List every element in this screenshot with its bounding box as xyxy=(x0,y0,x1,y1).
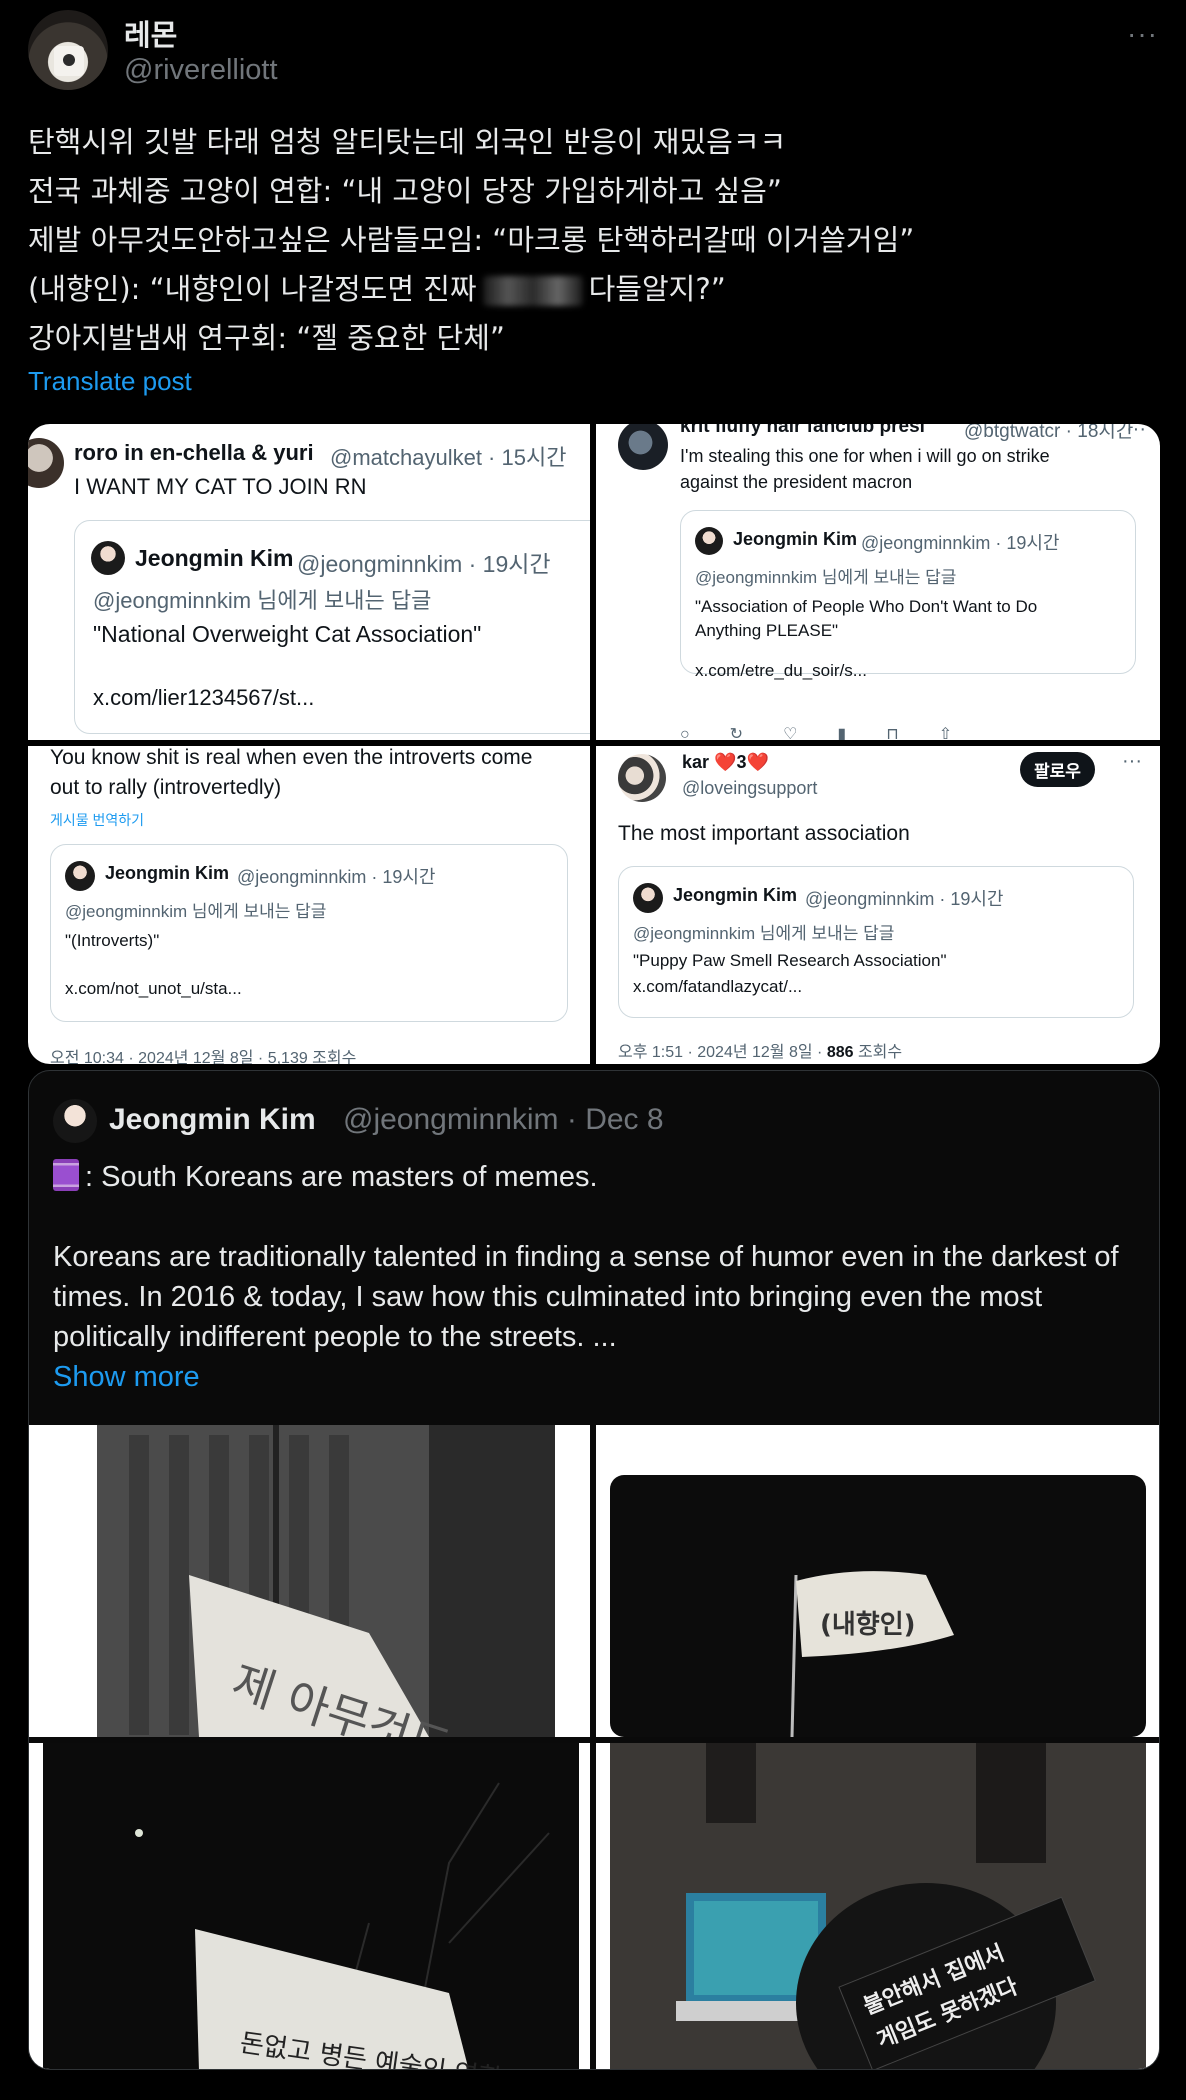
show-more-link[interactable]: Show more xyxy=(53,1357,1133,1397)
action-bar[interactable]: ○↻♡▮⊓⇧ xyxy=(680,724,992,740)
blurred-text xyxy=(482,276,583,306)
quote-text: "Puppy Paw Smell Research Association" xyxy=(633,951,947,970)
post-line: 강아지발냄새 연구회: “젤 중요한 단체” xyxy=(28,321,505,355)
media-grid[interactable]: roro in en-chella & yuri @matchayulket ·… xyxy=(28,424,1160,1064)
timestamp-date: 오후 1:51 · 2024년 12월 8일 · xyxy=(618,1044,827,1061)
photo-sign-4[interactable]: 불안해서 집에서 게임도 못하겠다 xyxy=(596,1743,1159,2069)
screenshot-3[interactable]: You know shit is real when even the intr… xyxy=(28,746,590,1064)
author-name: kar ❤️3❤️ xyxy=(682,752,769,772)
quote-link: x.com/fatandlazycat/... xyxy=(633,977,803,996)
reply-to-label: @jeongminnkim 님에게 보내는 답글 xyxy=(695,568,957,587)
quote-author-name: Jeongmin Kim xyxy=(135,545,294,571)
timestamp: 오전 10:34 · 2024년 12월 8일 · 5,139 조회수 xyxy=(50,1050,357,1064)
avatar xyxy=(695,527,723,555)
quote-paragraph: Koreans are traditionally talented in fi… xyxy=(53,1241,1119,1353)
quote-link: x.com/etre_du_soir/s... xyxy=(695,661,867,680)
quote-author-name: Jeongmin Kim xyxy=(673,885,798,905)
user-handle[interactable]: @riverelliott xyxy=(124,54,278,87)
view-label: 조회수 xyxy=(853,1044,903,1061)
post-header: 레몬 @riverelliott ··· xyxy=(28,10,1158,96)
avatar[interactable] xyxy=(53,1099,97,1143)
screenshot-2[interactable]: krit fluffy hair fanclub presi @btgtwatc… xyxy=(596,424,1160,740)
screenshot-4[interactable]: kar ❤️3❤️ @loveingsupport 팔로우 ··· The mo… xyxy=(596,746,1160,1064)
more-options-icon[interactable]: ··· xyxy=(1122,750,1142,773)
quote-author-handle: @jeongminnkim · 19시간 xyxy=(805,889,1004,909)
follow-button[interactable]: 팔로우 xyxy=(1020,752,1095,787)
post-text: out to rally (introvertedly) xyxy=(50,776,282,799)
quote-author-handle: @jeongminnkim · 19시간 xyxy=(237,867,436,887)
timestamp: 오후 1:51 · 2024년 12월 8일 · 886 조회수 xyxy=(618,1038,902,1062)
view-count: 886 xyxy=(826,1044,854,1061)
quoted-post: Jeongmin Kim @jeongminnkim · 19시간 @jeong… xyxy=(74,520,590,734)
avatar xyxy=(633,883,663,913)
translate-post-link[interactable]: Translate post xyxy=(28,366,192,397)
quote-author-handle: @jeongminnkim · 19시간 xyxy=(861,533,1060,553)
quote-text: "Association of People Who Don't Want to… xyxy=(695,597,1038,616)
quote-line: : South Koreans are masters of memes. xyxy=(85,1161,598,1193)
post-line: 탄핵시위 깃발 타래 엄청 알티탓는데 외국인 반응이 재밌음ㅋㅋ xyxy=(28,125,787,159)
quoted-post-card[interactable]: Jeongmin Kim @jeongminnkim · Dec 8 : Sou… xyxy=(28,1070,1160,2070)
avatar xyxy=(618,424,668,470)
thread-spool-icon xyxy=(53,1159,79,1191)
reply-to-label: @jeongminnkim 님에게 보내는 답글 xyxy=(65,902,327,921)
author-handle: @btgtwatcr · 18시간 xyxy=(964,424,1134,442)
quote-text: Anything PLEASE" xyxy=(695,621,839,640)
display-name[interactable]: 레몬 xyxy=(124,12,177,54)
reply-to-label: @jeongminnkim 님에게 보내는 답글 xyxy=(633,924,895,943)
cup-icon xyxy=(54,46,84,76)
photo-flag-1[interactable]: 제 아무것도 xyxy=(29,1425,590,1737)
post-text: You know shit is real when even the intr… xyxy=(50,746,533,769)
post-line: (내향인): “내향인이 나갈정도면 진짜 다들알지?” xyxy=(28,265,1158,314)
quote-text: "National Overweight Cat Association" xyxy=(93,621,482,647)
author-handle: @loveingsupport xyxy=(682,778,818,798)
quote-author-name: Jeongmin Kim xyxy=(105,863,230,883)
post-text: I'm stealing this one for when i will go… xyxy=(680,446,1050,466)
post-line-part: 다들알지?” xyxy=(588,272,726,306)
flag-photo-2: (내향인) xyxy=(596,1425,1159,1737)
quote-author-name: Jeongmin Kim xyxy=(733,529,858,549)
flag-photo-3: 돈없고 병든 예술인 연합 xyxy=(29,1743,590,2069)
quote-text: : South Koreans are masters of memes. Ko… xyxy=(53,1157,1133,1397)
reply-to-label: @jeongminnkim 님에게 보내는 답글 xyxy=(93,588,432,613)
quote-text: "(Introverts)" xyxy=(65,931,160,950)
avatar xyxy=(91,541,125,575)
flag-photo-1: 제 아무것도 xyxy=(29,1425,590,1737)
avatar xyxy=(618,754,666,802)
quote-first-line: : South Koreans are masters of memes. xyxy=(53,1157,1133,1197)
quote-link: x.com/lier1234567/st... xyxy=(93,685,315,710)
more-options-icon[interactable]: ··· xyxy=(1126,424,1146,441)
translate-link[interactable]: 게시물 번역하기 xyxy=(50,810,144,830)
post-text: The most important association xyxy=(618,822,910,845)
quote-link: x.com/not_unot_u/sta... xyxy=(65,979,242,998)
post-line: 제발 아무것도안하고싶은 사람들모임: “마크롱 탄핵하러갈때 이거쓸거임” xyxy=(28,223,915,257)
post-line: 전국 과체중 고양이 연합: “내 고양이 당장 가입하게하고 싶음” xyxy=(28,174,782,208)
post-text: 탄핵시위 깃발 타래 엄청 알티탓는데 외국인 반응이 재밌음ㅋㅋ 전국 과체중… xyxy=(28,118,1158,363)
quoted-post: Jeongmin Kim @jeongminnkim · 19시간 @jeong… xyxy=(680,510,1136,680)
author-handle: @matchayulket · 15시간 xyxy=(330,445,567,470)
avatar xyxy=(28,438,64,488)
photo-flag-2[interactable]: (내향인) xyxy=(596,1425,1159,1737)
more-options-icon[interactable]: ··· xyxy=(1127,18,1158,50)
quote-author-name[interactable]: Jeongmin Kim xyxy=(109,1103,316,1137)
avatar xyxy=(65,861,95,891)
author-name: roro in en-chella & yuri xyxy=(74,440,314,465)
quote-author-handle[interactable]: @jeongminnkim · Dec 8 xyxy=(343,1103,664,1137)
flag-text: (내향인) xyxy=(820,1610,916,1640)
quote-author-handle: @jeongminnkim · 19시간 xyxy=(297,551,551,577)
screenshot-1[interactable]: roro in en-chella & yuri @matchayulket ·… xyxy=(28,424,590,740)
author-name: krit fluffy hair fanclub presi xyxy=(680,424,925,437)
post-line-part: (내향인): “내향인이 나갈정도면 진짜 xyxy=(28,272,477,306)
photo-flag-3[interactable]: 돈없고 병든 예술인 연합 xyxy=(29,1743,590,2069)
user-avatar[interactable] xyxy=(28,10,108,90)
quoted-post: Jeongmin Kim @jeongminnkim · 19시간 @jeong… xyxy=(50,844,568,1022)
quoted-post: Jeongmin Kim @jeongminnkim · 19시간 @jeong… xyxy=(618,866,1134,1018)
post-text: against the president macron xyxy=(680,472,913,492)
post-text: I WANT MY CAT TO JOIN RN xyxy=(74,474,367,499)
sign-photo-4: 불안해서 집에서 게임도 못하겠다 xyxy=(596,1743,1159,2069)
